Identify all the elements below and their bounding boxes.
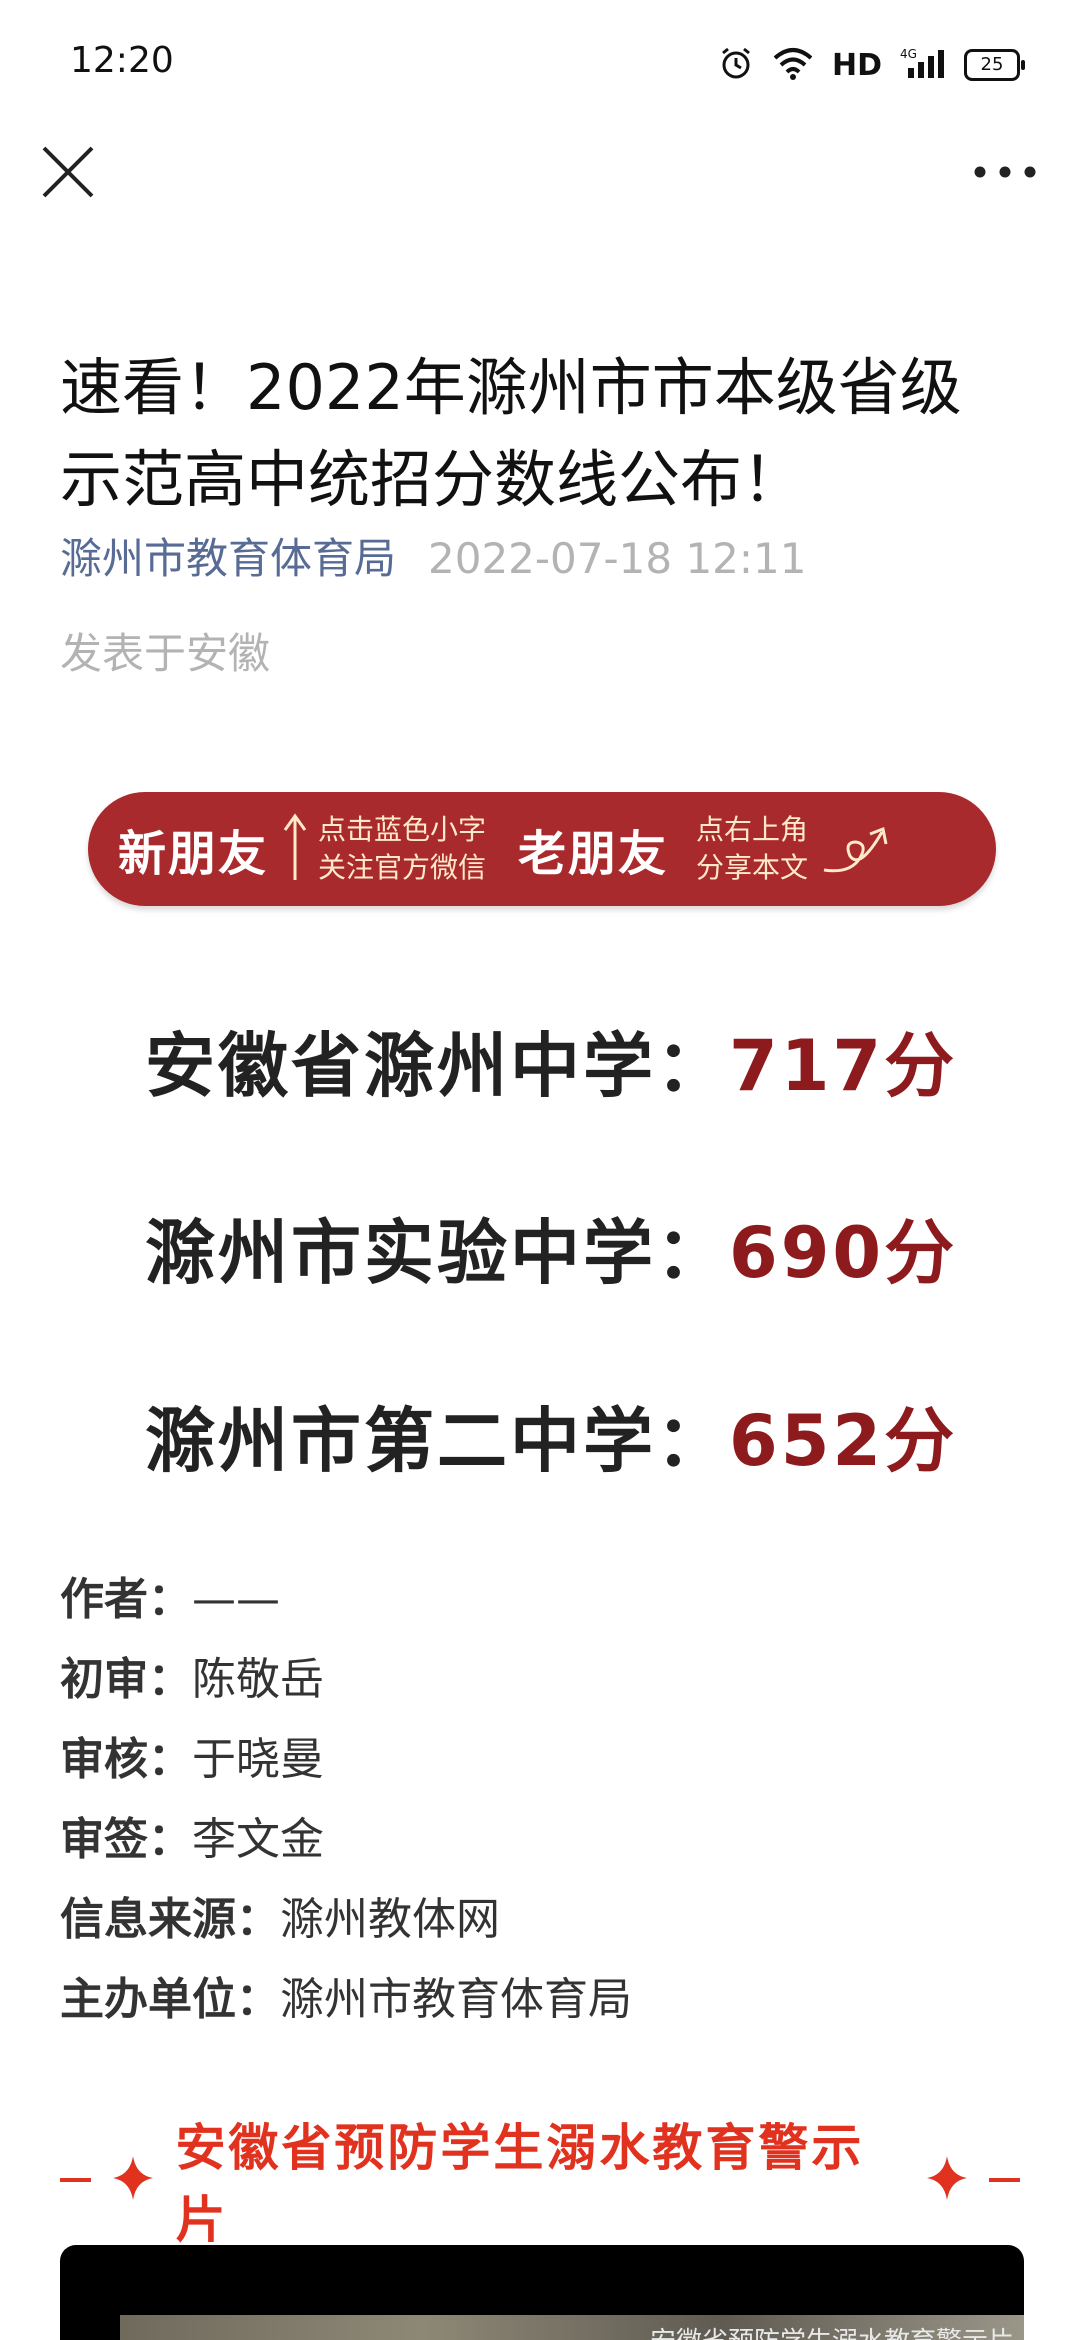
banner-old-hint-2: 分享本文 <box>696 851 809 884</box>
banner-new-hint-1: 点击蓝色小字 <box>318 813 487 846</box>
publish-date: 2022-07-18 12:11 <box>428 534 807 583</box>
credit-label: 主办单位： <box>60 1974 280 2025</box>
status-bar: 12:20 HD 4G 25 <box>0 0 1080 130</box>
score-value: 690分 <box>729 1212 958 1294</box>
credit-label: 作者： <box>60 1574 192 1625</box>
section-heading: 安徽省预防学生溺水教育警示片 <box>60 2119 1020 2249</box>
credit-label: 审签： <box>60 1814 192 1865</box>
video-caption: 安徽省预防学生溺水教育警示片 <box>650 2321 1014 2340</box>
banner-old-hint: 点右上角 分享本文 <box>696 811 808 887</box>
publish-location: 发表于安徽 <box>60 629 271 678</box>
arrow-up-icon <box>282 812 308 886</box>
school-name: 滁州市第二中学： <box>145 1400 729 1482</box>
status-icons: HD 4G 25 <box>718 45 1025 85</box>
credit-label: 审核： <box>60 1734 192 1785</box>
status-time: 12:20 <box>70 40 174 81</box>
credit-source: 信息来源：滁州教体网 <box>60 1880 632 1960</box>
article-meta: 滁州市教育体育局 2022-07-18 12:11 <box>60 525 807 586</box>
article-page: 12:20 HD 4G 25 速看！2022年滁州市市本级省级示范高中统招分数线… <box>0 0 1080 2340</box>
credit-sign-off: 审签：李文金 <box>60 1800 632 1880</box>
divider-line <box>988 2178 1020 2182</box>
credit-value: 李文金 <box>192 1814 324 1865</box>
school-name: 滁州市实验中学： <box>145 1212 729 1294</box>
more-icon[interactable] <box>970 150 1040 194</box>
article-title: 速看！2022年滁州市市本级省级示范高中统招分数线公布！ <box>60 350 962 516</box>
banner-new-hint: 点击蓝色小字 关注官方微信 <box>318 811 486 887</box>
credit-value: —— <box>192 1574 280 1625</box>
score-line: 滁州市第二中学：652分 <box>145 1385 1025 1486</box>
credits-block: 作者：—— 初审：陈敬岳 审核：于晓曼 审签：李文金 信息来源：滁州教体网 主办… <box>60 1560 632 2040</box>
banner-new-hint-2: 关注官方微信 <box>318 851 487 884</box>
credit-label: 信息来源： <box>60 1894 280 1945</box>
close-icon[interactable] <box>36 140 100 204</box>
credit-label: 初审： <box>60 1654 192 1705</box>
score-value: 717分 <box>729 1025 958 1107</box>
top-nav <box>0 130 1080 240</box>
banner-old-friend: 老朋友 <box>518 826 669 882</box>
divider-line <box>60 2178 92 2182</box>
credit-value: 滁州教体网 <box>280 1894 500 1945</box>
video-player[interactable]: 安徽省预防学生溺水教育警示片 <box>60 2245 1024 2340</box>
star-icon <box>926 2156 967 2204</box>
credit-author: 作者：—— <box>60 1560 632 1640</box>
credit-value: 陈敬岳 <box>192 1654 324 1705</box>
account-name-link[interactable]: 滁州市教育体育局 <box>60 534 396 583</box>
battery-icon: 25 <box>964 49 1025 81</box>
credit-organizer: 主办单位：滁州市教育体育局 <box>60 1960 632 2040</box>
school-name: 安徽省滁州中学： <box>145 1025 729 1107</box>
score-line: 安徽省滁州中学：717分 <box>145 1010 1025 1111</box>
banner-new-friend: 新朋友 <box>118 826 269 882</box>
curly-arrow-icon <box>820 812 896 886</box>
credit-first-review: 初审：陈敬岳 <box>60 1640 632 1720</box>
score-value: 652分 <box>729 1400 958 1482</box>
credit-value: 滁州市教育体育局 <box>280 1974 632 2025</box>
score-line: 滁州市实验中学：690分 <box>145 1197 1025 1298</box>
follow-share-banner: 新朋友 点击蓝色小字 关注官方微信 老朋友 点右上角 分享本文 <box>88 792 996 906</box>
signal-4g-label: 4G <box>900 47 917 61</box>
hd-indicator: HD <box>831 47 882 83</box>
signal-icon: 4G <box>900 46 946 84</box>
credit-review: 审核：于晓曼 <box>60 1720 632 1800</box>
wifi-icon <box>772 46 814 84</box>
credit-value: 于晓曼 <box>192 1734 324 1785</box>
section-title: 安徽省预防学生溺水教育警示片 <box>175 2119 865 2249</box>
banner-old-hint-1: 点右上角 <box>696 813 809 846</box>
star-icon <box>113 2156 154 2204</box>
alarm-icon <box>718 45 754 85</box>
